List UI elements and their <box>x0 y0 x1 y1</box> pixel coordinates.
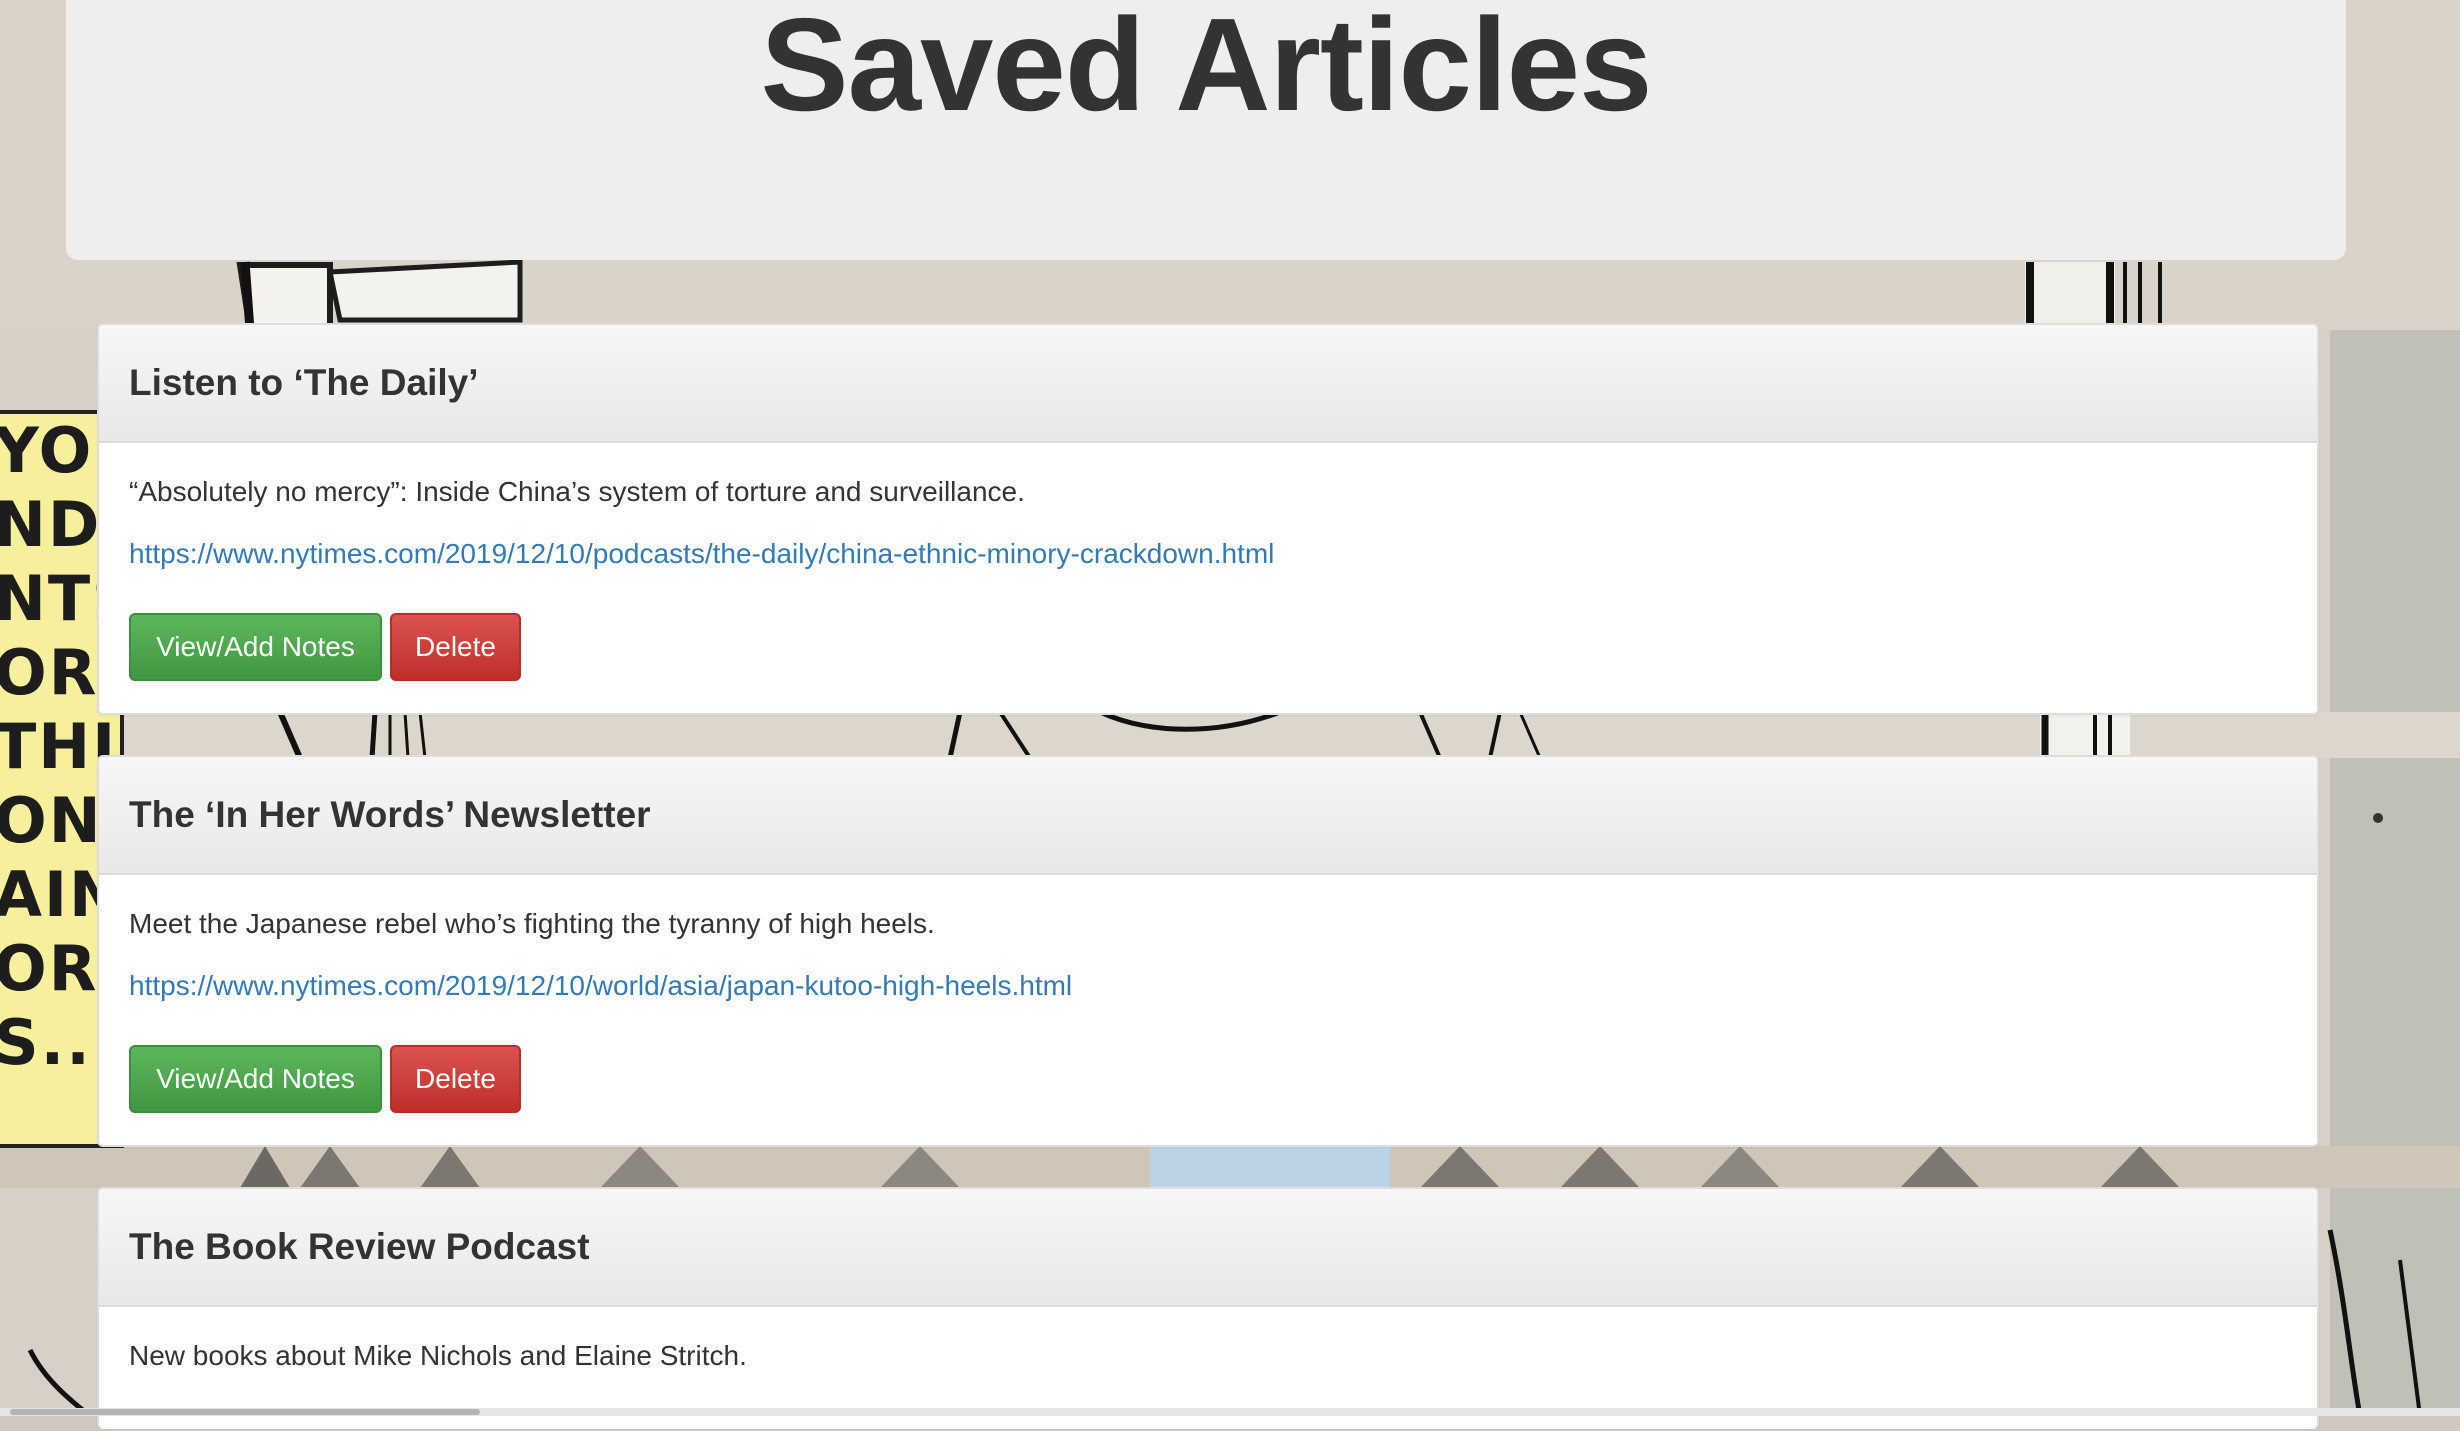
view-add-notes-button[interactable]: View/Add Notes <box>129 1045 382 1113</box>
article-link[interactable]: https://www.nytimes.com/2019/12/10/world… <box>129 969 2287 1003</box>
article-link[interactable]: https://www.nytimes.com/2019/12/10/podca… <box>129 537 2287 571</box>
article-card-header: Listen to ‘The Daily’ <box>99 325 2317 443</box>
article-card-body: Meet the Japanese rebel who’s fighting t… <box>99 875 2317 1143</box>
article-card-header: The Book Review Podcast <box>99 1189 2317 1307</box>
page-title: Saved Articles <box>760 0 1653 138</box>
article-headline: The Book Review Podcast <box>129 1226 590 1267</box>
page-header: Saved Articles <box>66 0 2346 260</box>
horizontal-scrollbar[interactable] <box>0 1408 2460 1416</box>
article-headline: The ‘In Her Words’ Newsletter <box>129 794 651 835</box>
view-add-notes-button[interactable]: View/Add Notes <box>129 613 382 681</box>
delete-button[interactable]: Delete <box>390 1045 521 1113</box>
article-summary: Meet the Japanese rebel who’s fighting t… <box>129 908 935 939</box>
article-card: Listen to ‘The Daily’ “Absolutely no mer… <box>97 323 2319 715</box>
article-summary: “Absolutely no mercy”: Inside China’s sy… <box>129 476 1025 507</box>
article-actions: View/Add Notes Delete <box>129 613 2287 681</box>
delete-button[interactable]: Delete <box>390 613 521 681</box>
article-card-body: “Absolutely no mercy”: Inside China’s sy… <box>99 443 2317 711</box>
article-summary: New books about Mike Nichols and Elaine … <box>129 1340 747 1371</box>
article-card-header: The ‘In Her Words’ Newsletter <box>99 757 2317 875</box>
article-card: The ‘In Her Words’ Newsletter Meet the J… <box>97 755 2319 1147</box>
article-actions: View/Add Notes Delete <box>129 1045 2287 1113</box>
scrollbar-thumb[interactable] <box>10 1409 480 1415</box>
article-headline: Listen to ‘The Daily’ <box>129 362 479 403</box>
article-card: The Book Review Podcast New books about … <box>97 1187 2319 1429</box>
